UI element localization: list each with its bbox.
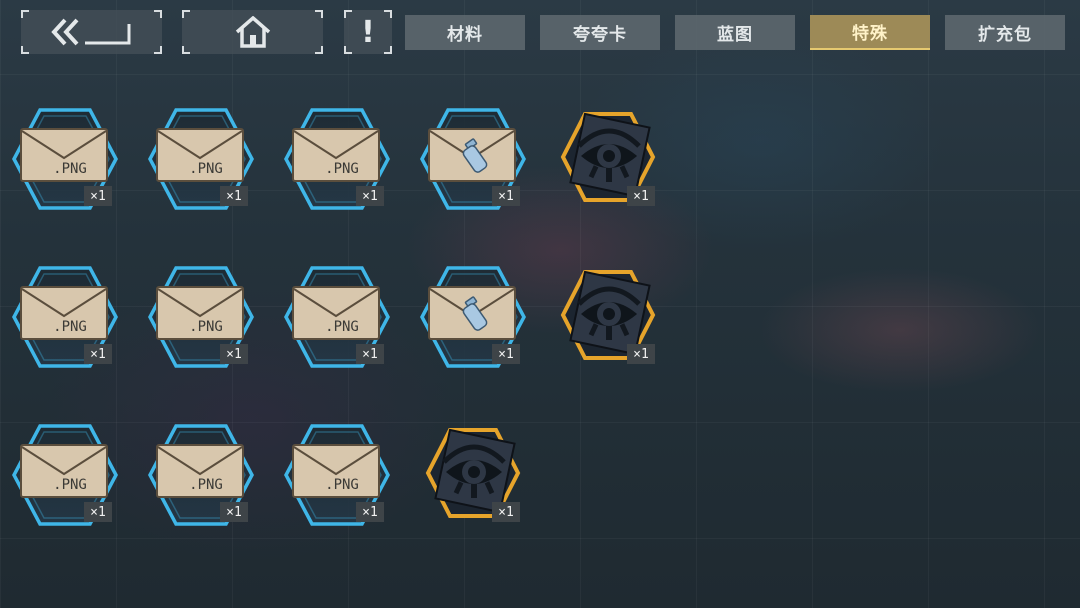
envelope-png-icon: .PNG [20,444,108,498]
top-bar: ! 材料 夸夸卡 蓝图 特殊 扩充包 [0,0,1080,60]
home-button[interactable] [182,10,323,54]
inventory-item-envelope-png[interactable]: .PNG ×1 [10,262,120,372]
envelope-label: .PNG [189,161,223,177]
envelope-png-icon: .PNG [156,286,244,340]
envelope-png-icon: .PNG [292,286,380,340]
envelope-bottle-icon [428,128,516,182]
envelope-label: .PNG [325,161,359,177]
tab-praise-card[interactable]: 夸夸卡 [540,15,660,50]
exclamation-icon: ! [361,14,375,50]
inventory-item-eye-emblem[interactable]: ×1 [553,104,663,214]
back-button[interactable] [21,10,162,54]
item-count: ×1 [627,344,655,364]
envelope-label: .PNG [325,319,359,335]
envelope-png-icon: .PNG [20,128,108,182]
item-count: ×1 [220,186,248,206]
item-count: ×1 [627,186,655,206]
item-count: ×1 [492,186,520,206]
tab-materials[interactable]: 材料 [405,15,525,50]
envelope-bottle-icon [428,286,516,340]
item-count: ×1 [84,186,112,206]
envelope-png-icon: .PNG [156,444,244,498]
item-count: ×1 [356,344,384,364]
tab-blueprint[interactable]: 蓝图 [675,15,795,50]
envelope-label: .PNG [189,477,223,493]
envelope-png-icon: .PNG [292,128,380,182]
tab-special[interactable]: 特殊 [810,15,930,50]
envelope-label: .PNG [53,319,87,335]
item-count: ×1 [220,344,248,364]
item-count: ×1 [84,502,112,522]
inventory-item-envelope-png[interactable]: .PNG ×1 [10,420,120,530]
tab-expansion-pack[interactable]: 扩充包 [945,15,1065,50]
envelope-png-icon: .PNG [156,128,244,182]
item-count: ×1 [492,502,520,522]
item-count: ×1 [356,502,384,522]
inventory-item-envelope-bottle[interactable]: ×1 [418,262,528,372]
envelope-png-icon: .PNG [20,286,108,340]
home-icon [235,16,270,48]
envelope-label: .PNG [325,477,359,493]
envelope-png-icon: .PNG [292,444,380,498]
item-count: ×1 [84,344,112,364]
inventory-item-envelope-png[interactable]: .PNG ×1 [146,104,256,214]
envelope-label: .PNG [189,319,223,335]
inventory-item-envelope-png[interactable]: .PNG ×1 [146,420,256,530]
inventory-item-envelope-png[interactable]: .PNG ×1 [10,104,120,214]
inventory-item-envelope-png[interactable]: .PNG ×1 [146,262,256,372]
inventory-item-envelope-png[interactable]: .PNG ×1 [282,104,392,214]
envelope-label: .PNG [53,161,87,177]
item-count: ×1 [220,502,248,522]
double-chevron-left-icon [50,18,130,46]
item-count: ×1 [492,344,520,364]
item-count: ×1 [356,186,384,206]
envelope-label: .PNG [53,477,87,493]
inventory-item-envelope-png[interactable]: .PNG ×1 [282,262,392,372]
inventory-item-envelope-bottle[interactable]: ×1 [418,104,528,214]
inventory-item-envelope-png[interactable]: .PNG ×1 [282,420,392,530]
info-button[interactable]: ! [344,10,392,54]
inventory-item-eye-emblem[interactable]: ×1 [553,262,663,372]
inventory-item-eye-emblem[interactable]: ×1 [418,420,528,530]
